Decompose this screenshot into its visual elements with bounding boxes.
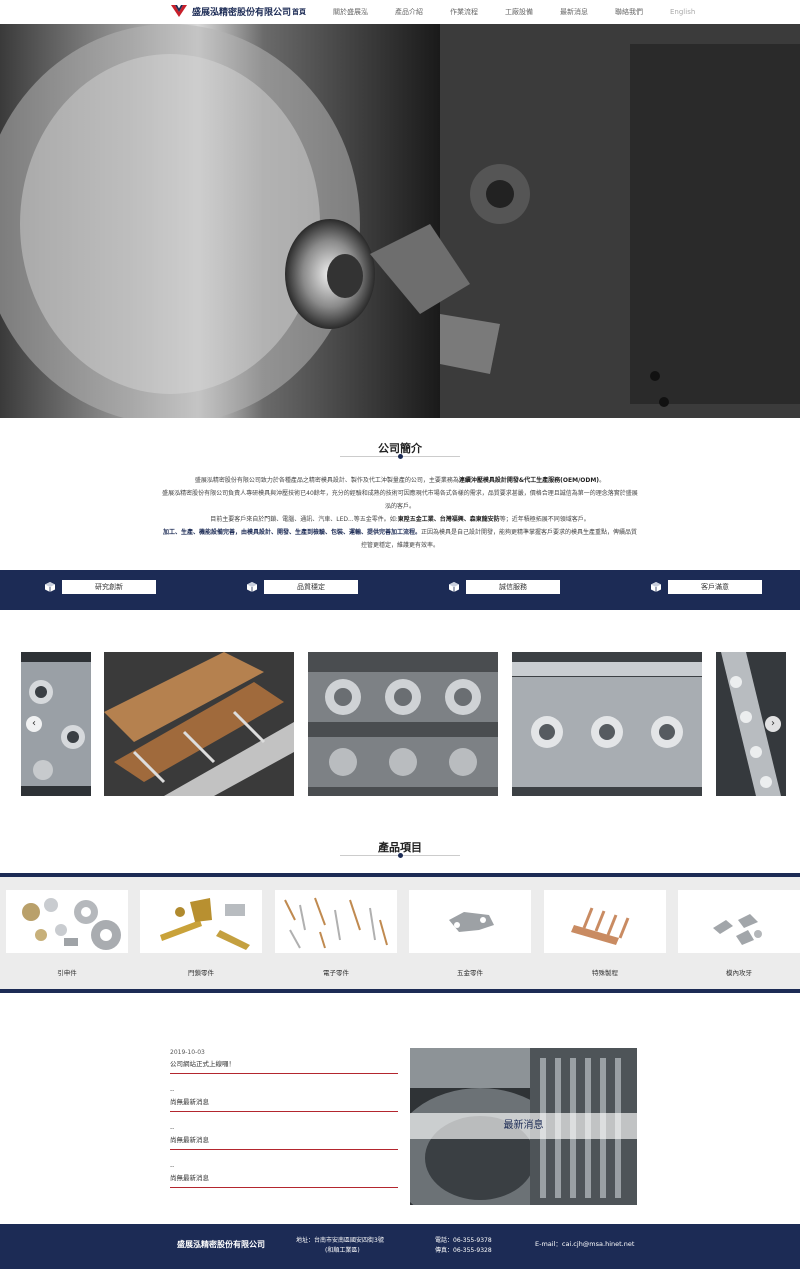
- footer-company: 盛展泓精密股份有限公司: [177, 1240, 265, 1249]
- cube-icon: [45, 582, 55, 592]
- news-date: --: [170, 1125, 175, 1132]
- value-satisfaction: 客戶滿意: [650, 579, 762, 595]
- nav-about[interactable]: 關於盛展泓: [333, 7, 368, 17]
- value-research: 研究創新: [44, 579, 156, 595]
- logo-icon: [171, 5, 187, 17]
- product-label: 引申件: [57, 969, 77, 977]
- value-quality: 品質穩定: [246, 579, 358, 595]
- value-label: 客戶滿意: [668, 580, 762, 594]
- logo[interactable]: 盛展泓精密股份有限公司: [170, 4, 291, 18]
- about-paragraph-2: 盛展泓精密股份有限公司負責人專研模具與沖壓技術已40餘年，充分的經驗和成熟的技術…: [162, 490, 638, 510]
- about-paragraph-4: 加工、生產、機能設備完善，由模具設計、開發、生產到檢驗、包裝、運輸、提供完善加工…: [162, 529, 638, 549]
- products-bottom-border: [0, 989, 800, 993]
- chevron-left-icon: ‹: [32, 718, 36, 729]
- product-label: 模內攻牙: [726, 969, 752, 977]
- company-name: 盛展泓精密股份有限公司: [192, 7, 292, 18]
- nav-english[interactable]: English: [670, 8, 695, 16]
- product-image: [678, 890, 800, 953]
- news-item[interactable]: -- 尚無最新消息: [170, 1074, 398, 1112]
- main-menu: 首頁 關於盛展泓 產品介紹 作業流程 工廠設備 最新消息 聯絡我們 Englis…: [292, 0, 722, 24]
- news-title: 尚無最新消息: [170, 1098, 209, 1106]
- products-band: 引申件 門鎖零件 電子零件 五金零件 特殊製程 模內攻牙: [0, 873, 800, 993]
- product-label: 特殊製程: [592, 969, 618, 977]
- nav-contact[interactable]: 聯絡我們: [615, 7, 643, 17]
- product-label: 門鎖零件: [188, 969, 214, 977]
- news-title: 尚無最新消息: [170, 1174, 209, 1182]
- about-text: 盛展泓精密股份有限公司致力於各種產品之精密模具設計、製作及代工沖製量產的公司，主…: [160, 474, 640, 552]
- about-paragraph-1: 盛展泓精密股份有限公司致力於各種產品之精密模具設計、製作及代工沖製量產的公司，主…: [194, 477, 606, 484]
- product-image: [409, 890, 531, 953]
- carousel-next-button[interactable]: ›: [765, 716, 781, 732]
- nav-process[interactable]: 作業流程: [450, 7, 478, 17]
- news-date: --: [170, 1087, 175, 1094]
- news-feature-image[interactable]: 最新消息: [410, 1048, 637, 1205]
- product-label: 五金零件: [457, 969, 483, 977]
- about-title-dot: [398, 454, 403, 459]
- product-card[interactable]: 門鎖零件: [140, 890, 262, 977]
- value-label: 品質穩定: [264, 580, 358, 594]
- product-card[interactable]: 電子零件: [275, 890, 397, 977]
- footer-fax: 傳真：06-355-9328: [435, 1247, 492, 1254]
- footer-phone-fax: 電話：06-355-9378 傳真：06-355-9328: [435, 1236, 492, 1256]
- value-label: 誠信服務: [466, 580, 560, 594]
- top-navigation: 盛展泓精密股份有限公司 首頁 關於盛展泓 產品介紹 作業流程 工廠設備 最新消息…: [0, 0, 800, 24]
- carousel-slide[interactable]: [512, 652, 702, 796]
- product-card[interactable]: 五金零件: [409, 890, 531, 977]
- product-card[interactable]: 模內攻牙: [678, 890, 800, 977]
- product-label: 電子零件: [323, 969, 349, 977]
- hero-banner-image: [0, 24, 800, 418]
- news-item[interactable]: -- 尚無最新消息: [170, 1112, 398, 1150]
- products-title-dot: [398, 853, 403, 858]
- footer-email[interactable]: E-mail：cai.cjh@msa.hinet.net: [535, 1238, 634, 1248]
- product-card[interactable]: 特殊製程: [544, 890, 666, 977]
- product-image: [544, 890, 666, 953]
- footer-address: 地址：台南市安南區國安四街3號 (和順工業區): [296, 1237, 384, 1254]
- value-label: 研究創新: [62, 580, 156, 594]
- about-paragraph-3: 目前主要客戶來自於門鎖、電腦、通訊、汽車、LED...等五金零件。如:東陞五金工…: [210, 516, 590, 523]
- news-item[interactable]: 2019-10-03 公司網站正式上線囉！: [170, 1048, 398, 1074]
- value-integrity: 誠信服務: [448, 579, 560, 595]
- news-banner: 最新消息: [410, 1113, 637, 1139]
- carousel-slide[interactable]: [104, 652, 294, 796]
- cube-icon: [651, 582, 661, 592]
- footer: 盛展泓精密股份有限公司 地址：台南市安南區國安四街3號 (和順工業區) 電話：0…: [0, 1224, 800, 1269]
- cube-icon: [247, 582, 257, 592]
- news-item[interactable]: -- 尚無最新消息: [170, 1150, 398, 1188]
- cube-icon: [449, 582, 459, 592]
- values-bar: 研究創新 品質穩定 誠信服務 客戶滿意: [0, 570, 800, 610]
- news-title: 尚無最新消息: [170, 1136, 209, 1144]
- carousel-slide[interactable]: [308, 652, 498, 796]
- footer-phone: 電話：06-355-9378: [435, 1237, 492, 1244]
- product-card[interactable]: 引申件: [6, 890, 128, 977]
- news-date: --: [170, 1163, 175, 1170]
- product-image: [275, 890, 397, 953]
- product-photo-carousel: ‹ ›: [0, 652, 800, 796]
- nav-home[interactable]: 首頁: [292, 7, 306, 17]
- nav-factory[interactable]: 工廠設備: [505, 7, 533, 17]
- product-image: [140, 890, 262, 953]
- products-top-border: [0, 873, 800, 877]
- product-image: [6, 890, 128, 953]
- chevron-right-icon: ›: [771, 718, 775, 729]
- news-date: 2019-10-03: [170, 1049, 205, 1056]
- nav-news[interactable]: 最新消息: [560, 7, 588, 17]
- news-list: 2019-10-03 公司網站正式上線囉！ -- 尚無最新消息 -- 尚無最新消…: [170, 1048, 398, 1188]
- nav-products[interactable]: 產品介紹: [395, 7, 423, 17]
- news-title: 公司網站正式上線囉！: [170, 1060, 235, 1068]
- carousel-prev-button[interactable]: ‹: [26, 716, 42, 732]
